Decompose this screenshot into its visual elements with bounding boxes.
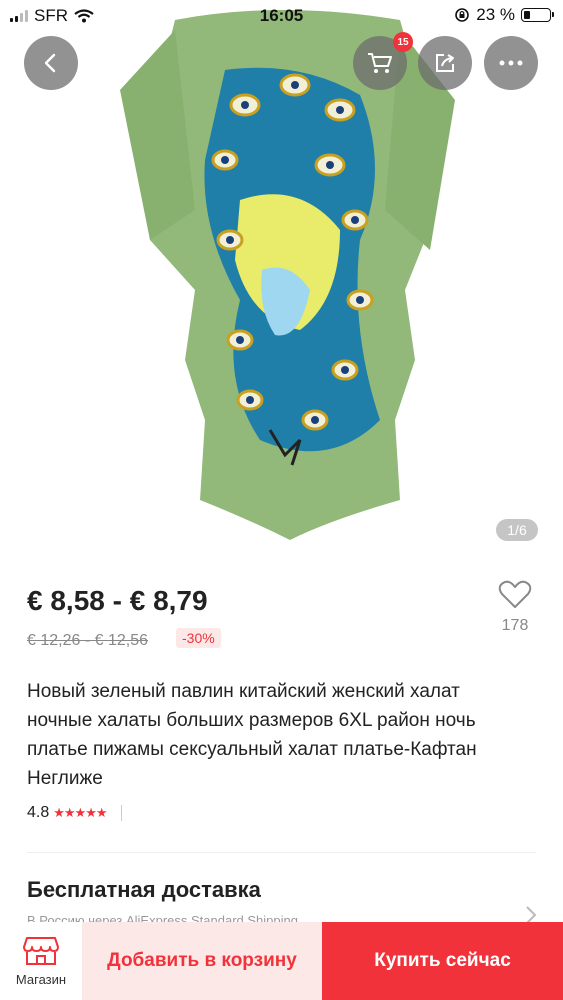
orientation-lock-icon xyxy=(455,8,470,22)
cart-count-badge: 15 xyxy=(393,32,413,52)
battery-percent: 23 % xyxy=(476,5,515,24)
rating-stars: ★★★★★ xyxy=(53,805,107,820)
rating-row[interactable]: 4.8 ★★★★★ xyxy=(27,804,122,822)
bottom-action-bar: Магазин Добавить в корзину Купить сейчас xyxy=(0,922,563,1000)
wishlist-button[interactable]: 178 xyxy=(492,580,538,635)
status-bar: SFR 16:05 23 % xyxy=(0,0,563,32)
add-to-cart-button[interactable]: Добавить в корзину xyxy=(82,922,322,1000)
store-label: Магазин xyxy=(15,971,67,987)
battery-icon xyxy=(521,8,554,22)
share-button[interactable] xyxy=(418,36,472,90)
more-icon xyxy=(499,60,523,66)
heart-icon xyxy=(498,580,532,608)
original-price: € 12,26 - € 12,56 xyxy=(27,632,148,649)
wishlist-count: 178 xyxy=(501,617,529,634)
cart-icon xyxy=(368,53,392,73)
product-title: Новый зеленый павлин китайский женский х… xyxy=(27,681,477,789)
store-button[interactable]: Магазин xyxy=(0,922,82,1000)
more-options-button[interactable] xyxy=(484,36,538,90)
section-divider xyxy=(27,852,536,853)
product-image[interactable]: 15 1/6 xyxy=(0,0,563,560)
rating-value: 4.8 xyxy=(27,804,50,821)
chevron-left-icon xyxy=(44,53,56,73)
share-icon xyxy=(436,54,454,72)
discount-badge: -30% xyxy=(176,628,221,648)
back-button[interactable] xyxy=(24,36,78,90)
product-photo xyxy=(120,10,455,540)
buy-now-button[interactable]: Купить сейчас xyxy=(322,922,563,1000)
divider xyxy=(120,805,122,821)
shipping-title[interactable]: Бесплатная доставка xyxy=(27,877,261,903)
price-range: € 8,58 - € 8,79 xyxy=(27,585,208,616)
cart-button[interactable]: 15 xyxy=(353,32,413,90)
store-icon xyxy=(23,936,59,965)
image-counter: 1/6 xyxy=(496,519,538,541)
